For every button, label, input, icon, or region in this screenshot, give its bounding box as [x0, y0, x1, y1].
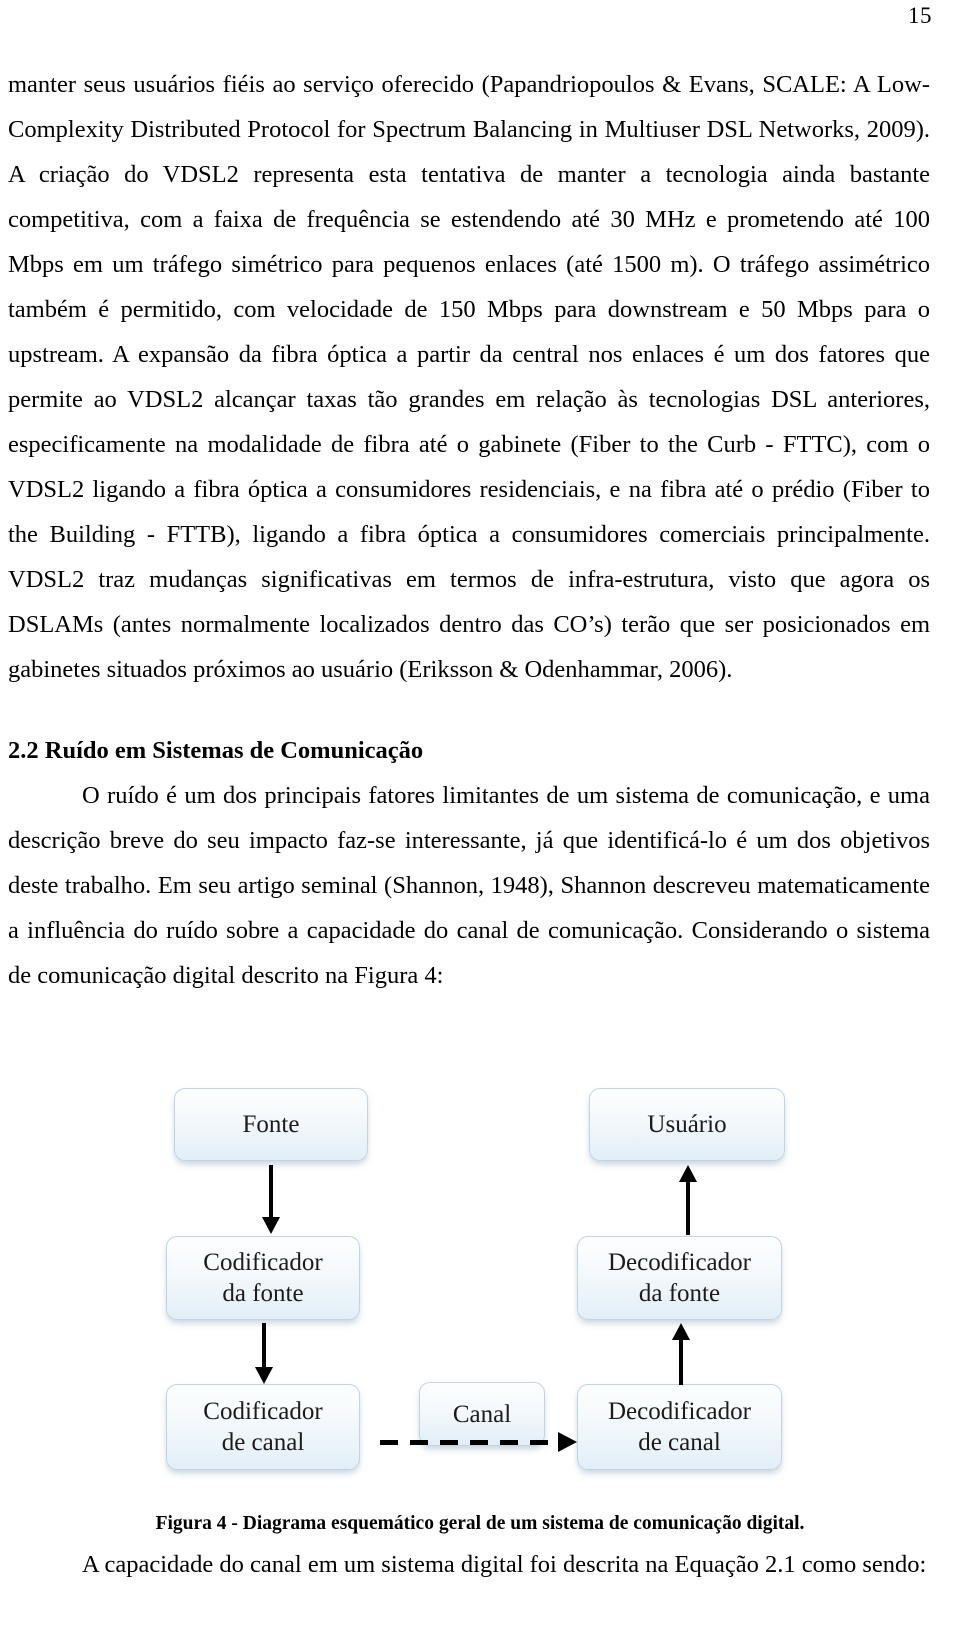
arrow-decodificador-fonte-to-usuario-icon: [676, 1165, 700, 1235]
paragraph-capacidade: A capacidade do canal em um sistema digi…: [8, 1542, 930, 1587]
paragraph-capacidade-text: A capacidade do canal em um sistema digi…: [82, 1551, 927, 1578]
diagram-box-usuario-label: Usuário: [647, 1111, 727, 1138]
diagram-box-codificador-canal-label: Codificador de canal: [203, 1398, 323, 1456]
diagram-box-decodificador-canal-label: Decodificador de canal: [608, 1398, 751, 1456]
arrow-decodificador-canal-to-decodificador-fonte-icon: [669, 1323, 693, 1385]
arrow-codificador-fonte-to-codificador-canal-icon: [252, 1323, 276, 1385]
diagram-box-decodificador-fonte-label: Decodificador da fonte: [608, 1249, 751, 1307]
arrow-channel-dashed-icon: [380, 1432, 580, 1452]
diagram-box-canal-label: Canal: [452, 1400, 512, 1428]
arrow-fonte-to-codificador-fonte-icon: [259, 1165, 283, 1235]
figure-caption: Figura 4 - Diagrama esquemático geral de…: [155, 1513, 805, 1534]
section-heading-2-2: 2.2 Ruído em Sistemas de Comunicação: [8, 737, 424, 764]
diagram-box-decodificador-fonte: Decodificador da fonte: [577, 1236, 782, 1320]
diagram-box-codificador-canal: Codificador de canal: [166, 1384, 360, 1470]
diagram-box-fonte-label: Fonte: [242, 1111, 300, 1138]
document-page: 15 manter seus usuários fiéis ao serviço…: [0, 0, 960, 1630]
diagram-box-codificador-fonte: Codificador da fonte: [166, 1236, 360, 1320]
paragraph-ruido-text: O ruído é um dos principais fatores limi…: [8, 782, 930, 989]
diagram-box-decodificador-canal: Decodificador de canal: [577, 1384, 782, 1470]
diagram-box-usuario: Usuário: [589, 1088, 785, 1161]
diagram-box-codificador-fonte-label: Codificador da fonte: [203, 1249, 323, 1307]
diagram-box-fonte: Fonte: [174, 1088, 368, 1161]
page-number: 15: [908, 3, 932, 28]
tail-text-column: A capacidade do canal em um sistema digi…: [8, 1542, 930, 1587]
paragraph-ruido: O ruído é um dos principais fatores limi…: [8, 773, 930, 998]
figure-4-diagram: Fonte Usuário Codificador da fonte Decod…: [0, 1055, 960, 1495]
paragraph-vdsl2: manter seus usuários fiéis ao serviço of…: [8, 71, 930, 683]
body-text-column: manter seus usuários fiéis ao serviço of…: [8, 62, 930, 998]
